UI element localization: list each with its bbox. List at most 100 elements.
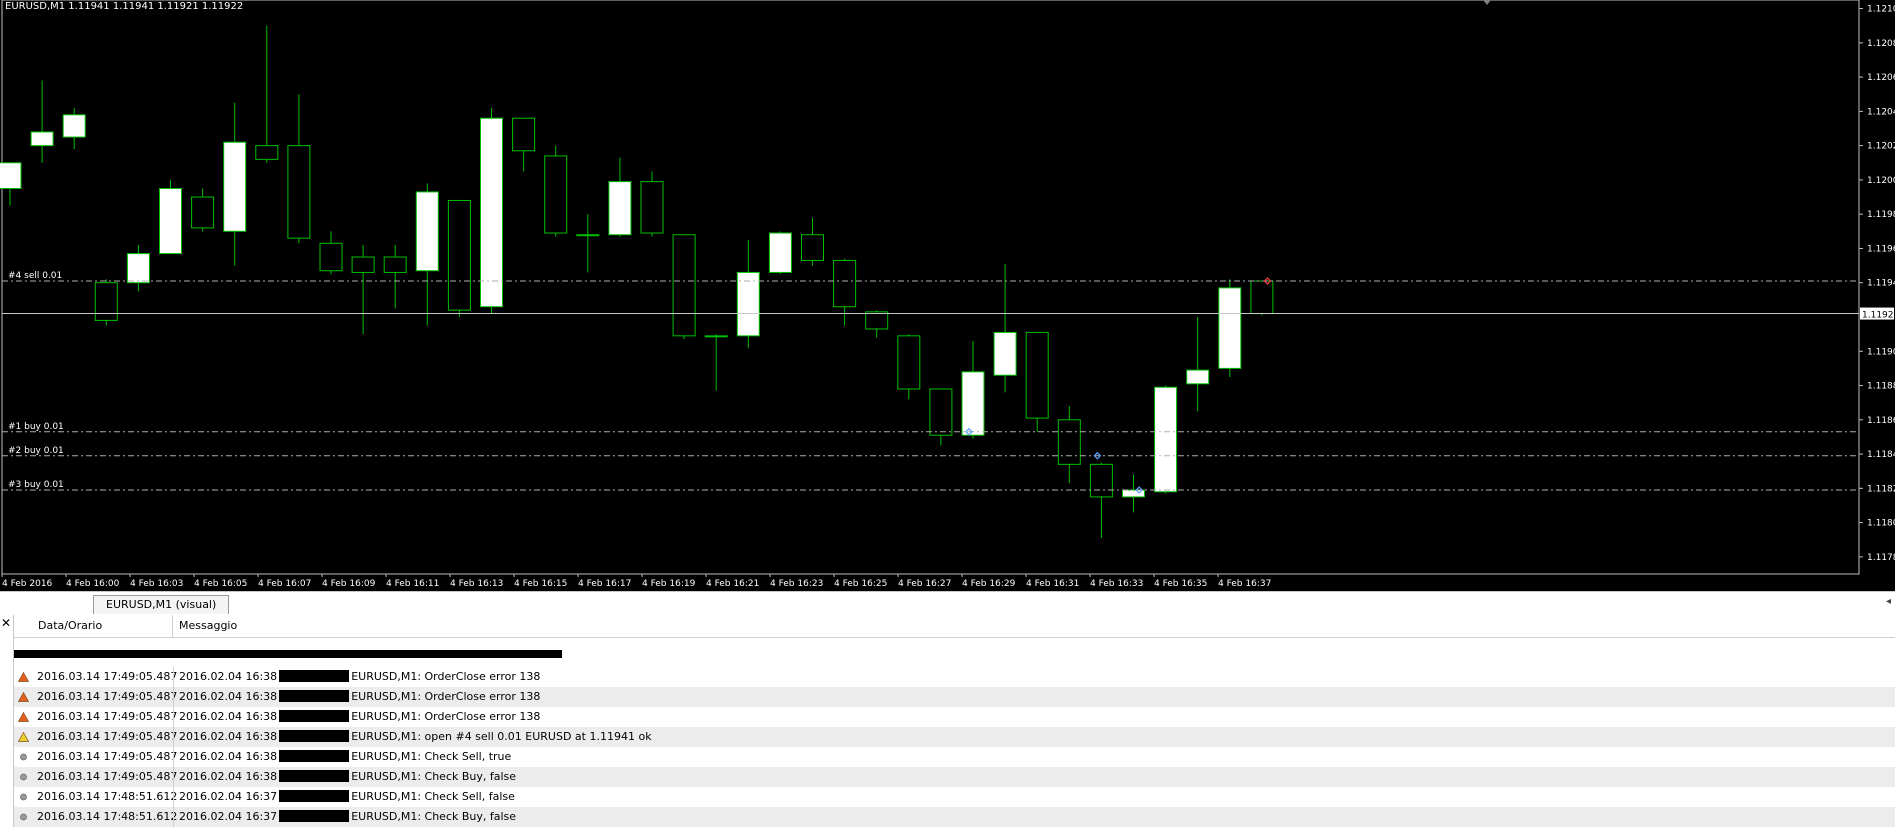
chart-canvas[interactable]: 1.1210 1.1208 1.1206 1.1204 1.1202 1.1200 1.11…: [0, 0, 1895, 591]
candle: [223, 102, 247, 266]
redaction: [279, 730, 350, 742]
candle-body: [1057, 419, 1081, 465]
info-dot-icon: [20, 773, 27, 781]
journal-message: 2016.02.04 16:37 EURUSD,M1: Check Sell, f…: [179, 787, 515, 807]
time-label: 4 Feb 16:35: [1154, 579, 1207, 589]
info-dot-icon: [20, 753, 27, 761]
journal-row[interactable]: 2016.03.14 17:49:05.487 2016.02.04 16:38 E…: [14, 747, 1895, 767]
candle: [94, 279, 118, 326]
candle-body: [1250, 280, 1274, 315]
candle-body: [447, 199, 471, 311]
candle: [62, 107, 86, 150]
candle-body: [576, 234, 600, 237]
candle: [415, 183, 439, 326]
column-header-message[interactable]: Messaggio: [179, 615, 237, 637]
price-label: 1.1186: [1867, 416, 1895, 426]
candle: [544, 145, 568, 237]
journal-row[interactable]: 2016.03.14 17:49:05.487 2016.02.04 16:38 E…: [14, 667, 1895, 687]
journal-message-date: 2016.02.04 16:38: [179, 730, 278, 743]
journal-message-text: EURUSD,M1: Check Buy, false: [351, 810, 517, 823]
column-separator: [173, 807, 174, 827]
candle: [608, 157, 632, 237]
candle: [1122, 474, 1145, 513]
candle: [1025, 331, 1049, 432]
journal-row[interactable]: 2016.03.14 17:49:05.487 2016.02.04 16:38 E…: [14, 687, 1895, 707]
journal-row[interactable]: 2016.03.14 17:48:51.612 2016.02.04 16:37 E…: [14, 787, 1895, 807]
time-label: 4 Feb 16:13: [450, 579, 503, 589]
journal-message: 2016.02.04 16:38 EURUSD,M1: open #4 sell …: [179, 727, 652, 747]
candle: [447, 199, 471, 317]
time-label: 4 Feb 16:23: [770, 579, 823, 589]
candle: [1057, 406, 1081, 484]
plot-frame: [1, 0, 1860, 575]
price-label: 1.1200: [1867, 176, 1895, 186]
candle: [865, 310, 889, 338]
price-label: 1.1206: [1867, 73, 1895, 83]
terminal-panel: EURUSD,M1 (visual) ◂ ✕ Data/Orario Messa…: [0, 591, 1895, 827]
time-label: 4 Feb 16:19: [642, 579, 696, 589]
redaction: [279, 690, 350, 702]
candle: [1154, 385, 1178, 494]
journal-row[interactable]: 2016.03.14 17:48:51.612 2016.02.04 16:37 E…: [14, 807, 1895, 827]
candle-body: [961, 371, 985, 436]
journal-message: 2016.02.04 16:38 EURUSD,M1: OrderClose er…: [179, 687, 540, 707]
column-header-time[interactable]: Data/Orario: [14, 615, 173, 637]
candle-body: [833, 259, 857, 308]
journal-message-date: 2016.02.04 16:38: [179, 710, 278, 723]
candle-body: [62, 114, 86, 138]
candle-body: [30, 131, 54, 147]
candle: [672, 234, 696, 340]
candle-body: [191, 196, 215, 229]
journal-message-text: EURUSD,M1: OrderClose error 138: [351, 690, 541, 703]
journal-row[interactable]: 2016.03.14 17:49:05.487 2016.02.04 16:38 E…: [14, 767, 1895, 787]
candle-body: [993, 331, 1017, 376]
time-label: 4 Feb 16:09: [322, 579, 376, 589]
chart-shift-icon: [1483, 0, 1491, 5]
candle-body: [415, 191, 439, 272]
close-icon[interactable]: ✕: [1, 617, 11, 629]
error-warning-icon: [18, 712, 29, 722]
candle: [480, 107, 503, 314]
candle: [512, 117, 536, 172]
column-separator: [173, 667, 174, 687]
candle: [993, 263, 1017, 393]
error-warning-icon: [18, 672, 29, 682]
time-label: 4 Feb 16:11: [386, 579, 439, 589]
redaction: [279, 790, 350, 802]
tab-eurusd-visual[interactable]: EURUSD,M1 (visual): [93, 595, 230, 614]
candle: [1089, 462, 1113, 539]
column-separator: [173, 687, 174, 707]
candle: [1250, 280, 1274, 316]
time-label: 4 Feb 2016: [2, 579, 53, 589]
candle-body: [897, 335, 921, 390]
candle: [736, 239, 760, 348]
journal-row[interactable]: 2016.03.14 17:49:05.487 2016.02.04 16:38 E…: [14, 707, 1895, 727]
journal-row[interactable]: 2016.03.14 17:49:05.487 2016.02.04 16:38 E…: [14, 727, 1895, 747]
time-label: 4 Feb 16:17: [578, 579, 631, 589]
journal-time: 2016.03.14 17:48:51.612: [37, 810, 178, 823]
scroll-left-icon[interactable]: ◂: [1886, 596, 1891, 607]
symbol-info: EURUSD,M1 1.11941 1.11941 1.11921 1.1192…: [5, 1, 244, 12]
candle-body: [255, 145, 279, 160]
time-label: 4 Feb 16:00: [66, 579, 120, 589]
time-label: 4 Feb 16:03: [130, 579, 183, 589]
journal-time: 2016.03.14 17:49:05.487: [37, 710, 178, 723]
candle: [576, 214, 600, 273]
price-label: 1.1208: [1867, 39, 1895, 49]
candle: [191, 188, 215, 232]
candle: [159, 179, 182, 255]
price-chart[interactable]: 1.1210 1.1208 1.1206 1.1204 1.1202 1.1200 1.11…: [0, 0, 1895, 591]
candle-body: [544, 155, 568, 234]
price-label: 1.1198: [1867, 210, 1895, 220]
journal-message-text: EURUSD,M1: OrderClose error 138: [351, 670, 541, 683]
journal-message: 2016.02.04 16:38 EURUSD,M1: OrderClose er…: [179, 667, 540, 687]
redaction: [279, 670, 350, 682]
candle-body: [0, 162, 22, 189]
candle: [704, 334, 728, 391]
candle: [0, 162, 22, 206]
candle-body: [608, 181, 632, 236]
candle: [351, 245, 375, 335]
candle-body: [768, 232, 792, 273]
order-line-label: #3 buy 0.01: [8, 480, 64, 490]
candle-body: [1186, 369, 1210, 385]
